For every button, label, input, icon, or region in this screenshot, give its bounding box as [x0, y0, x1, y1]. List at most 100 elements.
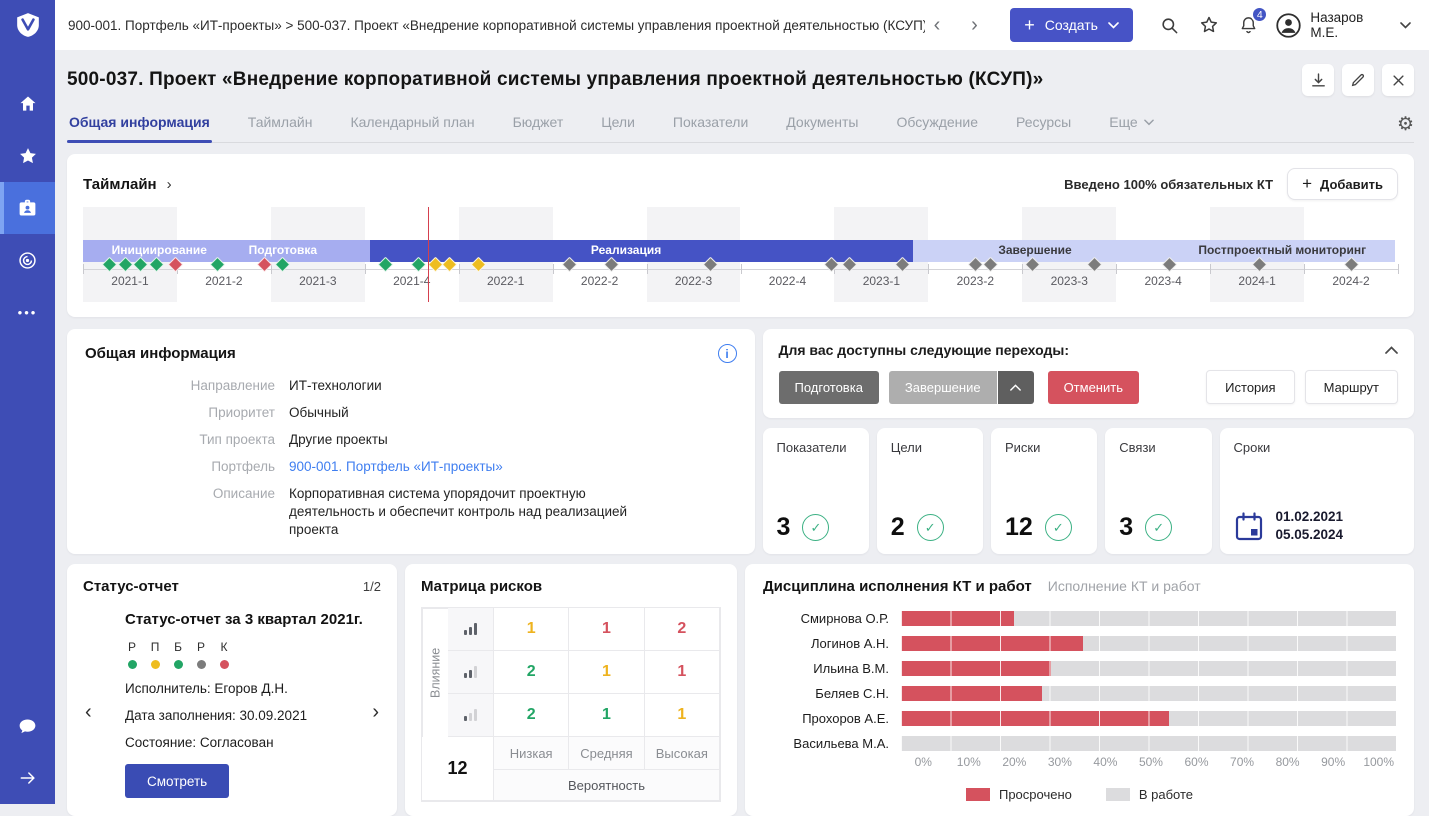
legend-item[interactable]: В работе: [1106, 787, 1193, 802]
quarter-label: 2021-4: [393, 274, 430, 288]
probability-axis-label: Вероятность: [494, 770, 720, 801]
create-button[interactable]: + Создать: [1010, 8, 1133, 42]
tab[interactable]: Календарный план: [348, 106, 476, 142]
tab[interactable]: Цели: [599, 106, 637, 142]
sidebar-item-expand[interactable]: [0, 752, 55, 804]
timeline-title-link[interactable]: Таймлайн ›: [83, 176, 172, 193]
sidebar-item-home[interactable]: [0, 78, 55, 130]
bar-track: [901, 636, 1396, 651]
tab[interactable]: Показатели: [671, 106, 750, 142]
risk-count-cell[interactable]: 2: [494, 651, 569, 694]
carousel-prev-button[interactable]: ‹: [85, 702, 92, 722]
info-icon[interactable]: i: [718, 344, 737, 363]
signal-bars-icon: [464, 666, 477, 678]
tab[interactable]: Ресурсы: [1014, 106, 1073, 142]
bar-track: [901, 661, 1396, 676]
risk-count-cell[interactable]: 1: [645, 651, 720, 694]
view-report-button[interactable]: Смотреть: [125, 764, 229, 798]
transition-prepare-button[interactable]: Подготовка: [779, 371, 879, 404]
tab[interactable]: Документы: [784, 106, 860, 142]
indicator-letter: Б: [174, 640, 182, 654]
tab[interactable]: Обсуждение: [894, 106, 980, 142]
chevron-down-icon: [1400, 22, 1411, 29]
quarter-label: 2022-4: [769, 274, 806, 288]
risk-count-cell[interactable]: 2: [645, 608, 720, 651]
person-name-label: Ильина В.М.: [763, 661, 901, 676]
history-button[interactable]: История: [1206, 370, 1294, 404]
axis-tick-label: 40%: [1093, 755, 1117, 769]
quarter-label: 2024-1: [1238, 274, 1275, 288]
favorites-star-icon[interactable]: [1196, 12, 1221, 38]
phase-label: Реализация: [591, 243, 661, 257]
bar-gridlines: [901, 661, 1396, 676]
arrow-right-icon: [18, 768, 38, 788]
tab[interactable]: Таймлайн: [246, 106, 315, 142]
axis-tick-label: 50%: [1139, 755, 1163, 769]
add-milestone-button[interactable]: + Добавить: [1287, 168, 1398, 200]
sidebar-item-goals[interactable]: [0, 234, 55, 286]
notifications-bell-icon[interactable]: 4: [1236, 12, 1261, 38]
edit-button[interactable]: [1342, 64, 1374, 96]
stat-card[interactable]: Цели2✓: [877, 428, 983, 554]
legend-item[interactable]: Просрочено: [966, 787, 1072, 802]
stat-card[interactable]: Связи3✓: [1105, 428, 1211, 554]
carousel-next-button[interactable]: ›: [372, 702, 379, 722]
general-info-title: Общая информация: [85, 345, 236, 362]
transition-finish-caret-button[interactable]: [998, 371, 1034, 404]
report-indicator: Б: [171, 640, 185, 669]
quarter-label: 2023-3: [1051, 274, 1088, 288]
general-info-card: Общая информация i НаправлениеИТ-техноло…: [67, 329, 755, 554]
risk-count-cell[interactable]: 1: [645, 694, 720, 737]
stat-card[interactable]: Риски12✓: [991, 428, 1097, 554]
report-indicator: Р: [125, 640, 139, 669]
person-name-label: Логинов А.Н.: [763, 636, 901, 651]
stat-bottom: 3✓: [1119, 513, 1199, 544]
tabs-bar: Общая информация Таймлайн Календарный план…: [67, 106, 1414, 143]
stat-label: Цели: [891, 440, 971, 455]
report-state: Состояние: Согласован: [125, 735, 381, 750]
discipline-chart-tab-inactive[interactable]: Исполнение КТ и работ: [1048, 578, 1201, 594]
stat-card-dates[interactable]: Сроки 01.02.2021 05.05.2024: [1220, 428, 1415, 554]
legend-label: В работе: [1139, 787, 1193, 802]
add-button-label: Добавить: [1320, 177, 1383, 192]
risk-count-cell[interactable]: 1: [569, 694, 644, 737]
risk-count-cell[interactable]: 1: [569, 608, 644, 651]
nav-forward-button[interactable]: ›: [963, 15, 987, 35]
timeline-axis-tick: [647, 264, 648, 274]
stat-card[interactable]: Показатели3✓: [763, 428, 869, 554]
legend-swatch: [966, 788, 990, 801]
stat-value: 2: [891, 513, 905, 542]
sidebar-item-favorites[interactable]: [0, 130, 55, 182]
risk-count-cell[interactable]: 1: [494, 608, 569, 651]
risk-count-cell[interactable]: 2: [494, 694, 569, 737]
target-icon: [17, 250, 38, 271]
quarter-label: 2021-2: [205, 274, 242, 288]
app-logo-icon[interactable]: [0, 0, 55, 50]
transition-finish-button[interactable]: Завершение: [889, 371, 997, 404]
sidebar: •••: [0, 0, 55, 804]
discipline-chart-tab-active[interactable]: Дисциплина исполнения КТ и работ: [763, 578, 1032, 595]
tab[interactable]: Еще: [1107, 106, 1156, 142]
tab[interactable]: Общая информация: [67, 106, 212, 142]
close-button[interactable]: [1382, 64, 1414, 96]
sidebar-item-projects[interactable]: [0, 182, 55, 234]
risk-count-cell[interactable]: 1: [569, 651, 644, 694]
sidebar-item-more[interactable]: •••: [0, 286, 55, 338]
sidebar-item-chat[interactable]: [0, 700, 55, 752]
axis-tick-label: 20%: [1002, 755, 1026, 769]
stat-label: Сроки: [1234, 440, 1403, 455]
settings-gear-icon[interactable]: ⚙: [1397, 113, 1414, 142]
route-button[interactable]: Маршрут: [1305, 370, 1398, 404]
download-button[interactable]: [1302, 64, 1334, 96]
tab[interactable]: Бюджет: [511, 106, 566, 142]
search-icon[interactable]: [1157, 12, 1182, 38]
nav-back-button[interactable]: ‹: [925, 15, 949, 35]
field-label: Приоритет: [85, 404, 275, 422]
collapse-chevron-icon[interactable]: [1385, 346, 1398, 354]
phase-label: Инициирование: [112, 243, 207, 257]
field-value-link[interactable]: 900-001. Портфель «ИТ-проекты»: [289, 458, 503, 476]
transition-cancel-button[interactable]: Отменить: [1048, 371, 1139, 404]
user-menu[interactable]: Назаров М.Е.: [1275, 10, 1411, 40]
axis-tick-label: 70%: [1230, 755, 1254, 769]
breadcrumb[interactable]: 900-001. Портфель «ИТ-проекты» > 500-037…: [68, 18, 925, 33]
